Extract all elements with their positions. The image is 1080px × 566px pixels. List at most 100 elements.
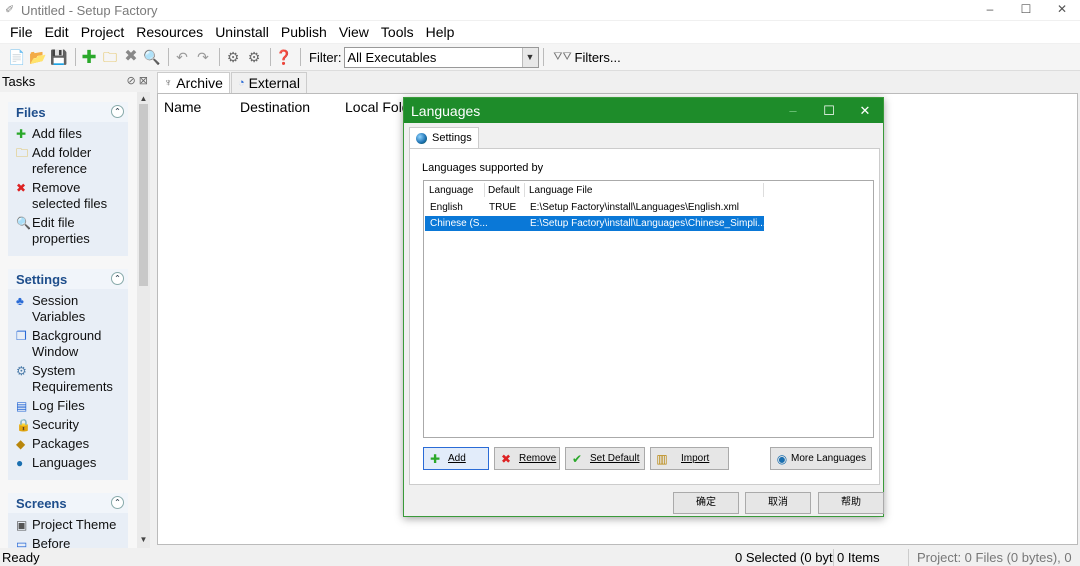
filters-button[interactable]: ⛛⛛ Filters... (553, 48, 621, 66)
filter-value: All Executables (347, 49, 437, 65)
filter-select[interactable]: All Executables ▼ (343, 46, 539, 68)
external-icon: ◔ (237, 77, 245, 89)
column-header-name[interactable]: Name (164, 99, 201, 115)
tab-archive[interactable]: ♆ Archive (157, 72, 230, 93)
collapse-icon[interactable]: ⌃ (111, 105, 124, 118)
dialog-close-button[interactable]: ✕ (847, 98, 883, 123)
menu-resources[interactable]: Resources (130, 21, 209, 43)
toolbar-separator (219, 48, 220, 66)
menu-project[interactable]: Project (75, 21, 131, 43)
collapse-icon[interactable]: ⌃ (111, 496, 124, 509)
menu-uninstall[interactable]: Uninstall (209, 21, 275, 43)
column-header-default[interactable]: Default (488, 185, 520, 196)
dialog-titlebar: Languages – ☐ ✕ (404, 98, 883, 123)
menu-file[interactable]: File (0, 21, 39, 43)
language-file: E:\Setup Factory\install\Languages\Chine… (530, 218, 766, 229)
scroll-down-icon[interactable]: ▼ (137, 535, 150, 544)
more-languages-button[interactable]: ◉ More Languages (770, 447, 872, 470)
collapse-icon[interactable]: ⌃ (111, 272, 124, 285)
remove-icon[interactable]: ✖ (122, 48, 140, 66)
save-icon[interactable]: 💾 (50, 48, 68, 66)
tab-settings[interactable]: Settings (409, 127, 479, 148)
task-session-variables[interactable]: ♣ Session Variables (8, 293, 128, 325)
filter-icon: ⛛⛛ (553, 51, 572, 63)
column-separator[interactable] (763, 183, 764, 197)
column-header-language[interactable]: Language (429, 185, 474, 196)
menu-tools[interactable]: Tools (375, 21, 420, 43)
languages-dialog: Languages – ☐ ✕ Settings Languages suppo… (403, 97, 884, 517)
column-header-language-file[interactable]: Language File (529, 185, 592, 196)
tasks-scrollbar[interactable]: ▲ ▼ (137, 92, 150, 548)
task-group-settings: Settings ⌃ ♣ Session Variables ❐ Backgroun… (8, 269, 128, 480)
menu-help[interactable]: Help (420, 21, 461, 43)
language-file: E:\Setup Factory\install\Languages\Engli… (530, 202, 739, 213)
dialog-window-controls: – ☐ ✕ (775, 98, 883, 123)
filter-label: Filter: (309, 49, 342, 65)
add-button[interactable]: ✚ Add (423, 447, 489, 470)
folder-add-icon[interactable]: 🗀 (101, 48, 119, 66)
task-packages[interactable]: ◆ Packages (8, 436, 128, 452)
status-selected: 0 Selected (0 byt (735, 550, 833, 565)
remove-button[interactable]: ✖ Remove (494, 447, 560, 470)
close-button[interactable]: ✕ (1044, 0, 1080, 20)
task-add-files[interactable]: ✚ Add files (8, 126, 128, 142)
maximize-button[interactable]: ☐ (1008, 0, 1044, 20)
task-system-requirements[interactable]: ⚙ System Requirements (8, 363, 128, 395)
filters-label: Filters... (574, 49, 621, 65)
column-header-local-folder[interactable]: Local Fold (345, 99, 410, 115)
scrollbar-thumb[interactable] (139, 104, 148, 286)
chevron-down-icon[interactable]: ▼ (521, 47, 538, 67)
build-icon[interactable]: ⚙ (224, 48, 242, 66)
add-icon[interactable]: ✚ (80, 48, 98, 66)
tab-external[interactable]: ◔ External (230, 72, 307, 93)
theme-icon: ▣ (16, 518, 28, 532)
task-log-files[interactable]: ▤ Log Files (8, 398, 128, 414)
task-languages[interactable]: ● Languages (8, 455, 128, 471)
task-before[interactable]: ▭ Before (8, 536, 128, 548)
toolbar-separator (300, 48, 301, 66)
task-edit-file-properties[interactable]: 🔍 Edit file properties (8, 215, 128, 247)
search-globe-icon: ◉ (776, 451, 788, 466)
cancel-button[interactable]: 取消 (745, 492, 811, 514)
settings-icon[interactable]: ⚙ (245, 48, 263, 66)
open-project-icon[interactable]: 📂 (29, 48, 47, 66)
help-button[interactable]: 帮助 (818, 492, 884, 514)
search-icon[interactable]: 🔍 (143, 48, 161, 66)
column-separator[interactable] (524, 183, 525, 197)
menu-view[interactable]: View (333, 21, 375, 43)
task-group-header[interactable]: Settings ⌃ (8, 269, 128, 289)
new-project-icon[interactable]: 📄 (8, 48, 26, 66)
toolbar-separator (542, 48, 544, 66)
task-security[interactable]: 🔒 Security (8, 417, 128, 433)
languages-list[interactable]: Language Default Language File English T… (423, 180, 874, 438)
task-group-header[interactable]: Screens ⌃ (8, 493, 128, 513)
set-default-button[interactable]: ✔ Set Default (565, 447, 645, 470)
language-row[interactable]: Chinese (S... E:\Setup Factory\install\L… (425, 216, 766, 231)
task-group-screens: Screens ⌃ ▣ Project Theme ▭ Before (8, 493, 128, 548)
packages-icon: ◆ (16, 437, 26, 451)
menu-publish[interactable]: Publish (275, 21, 333, 43)
dialog-minimize-button[interactable]: – (775, 98, 811, 123)
toolbar: 📄 📂 💾 ✚ 🗀 ✖ 🔍 ↶ ↷ ⚙ ⚙ ❓ Filter: All Exec… (0, 44, 1080, 71)
import-button[interactable]: ▥ Import (650, 447, 729, 470)
undo-icon[interactable]: ↶ (173, 48, 191, 66)
scroll-up-icon[interactable]: ▲ (137, 94, 150, 103)
task-background-window[interactable]: ❐ Background Window (8, 328, 128, 360)
ok-button[interactable]: 确定 (673, 492, 739, 514)
task-add-folder-reference[interactable]: 🗀 Add folder reference (8, 145, 128, 177)
language-default: TRUE (489, 202, 517, 213)
dialog-maximize-button[interactable]: ☐ (811, 98, 847, 123)
menu-edit[interactable]: Edit (39, 21, 75, 43)
task-project-theme[interactable]: ▣ Project Theme (8, 517, 128, 533)
task-group-header[interactable]: Files ⌃ (8, 102, 128, 122)
task-remove-selected-files[interactable]: ✖ Remove selected files (8, 180, 128, 212)
requirements-icon: ⚙ (16, 364, 27, 378)
column-separator[interactable] (484, 183, 485, 197)
minimize-button[interactable]: – (972, 0, 1008, 20)
column-header-destination[interactable]: Destination (240, 99, 310, 115)
pin-icon[interactable]: ⊘ ⊠ (127, 74, 149, 87)
toolbar-separator (75, 48, 76, 66)
redo-icon[interactable]: ↷ (194, 48, 212, 66)
language-row[interactable]: English TRUE E:\Setup Factory\install\La… (425, 200, 764, 215)
help-icon[interactable]: ❓ (275, 48, 293, 66)
